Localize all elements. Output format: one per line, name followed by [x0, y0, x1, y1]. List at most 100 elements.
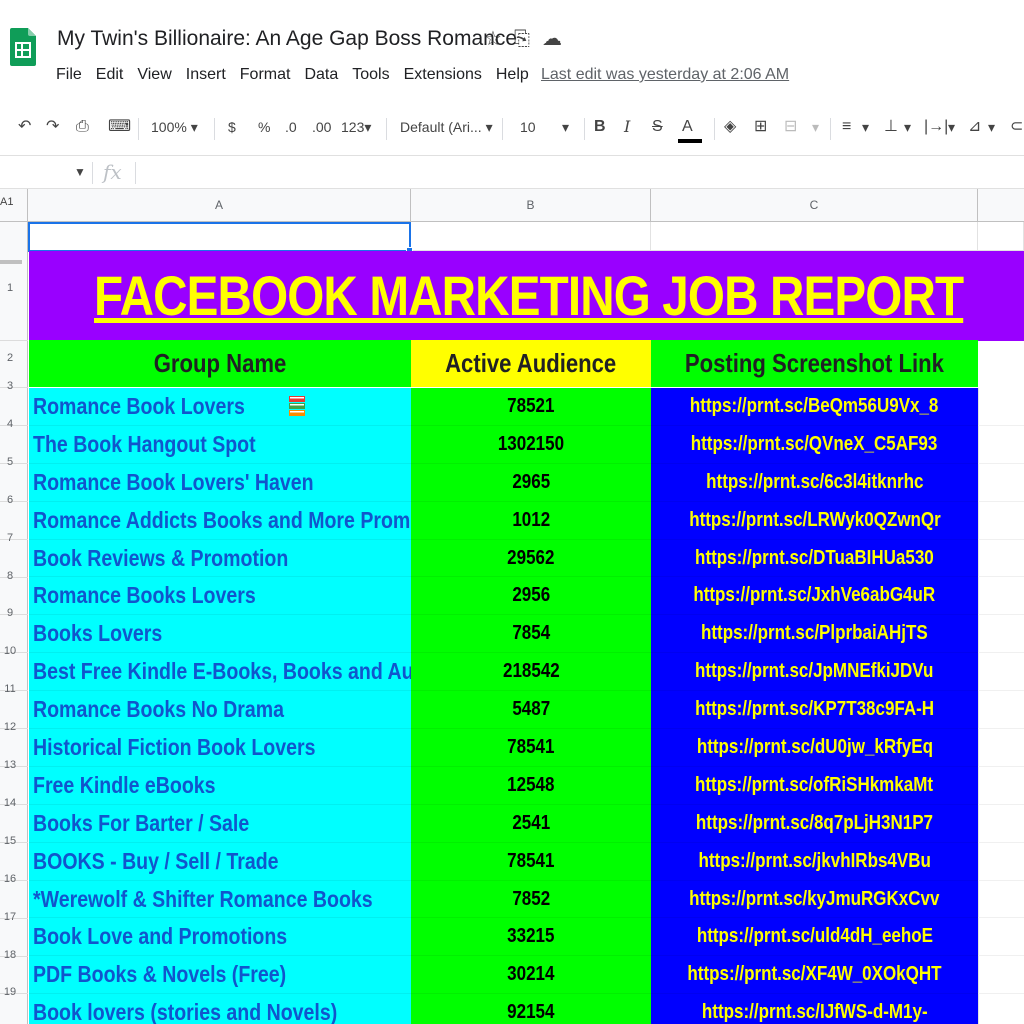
menu-help[interactable]: Help [496, 66, 529, 84]
screenshot-link-cell[interactable]: https://prnt.sc/QVneX_C5AF93 [651, 425, 978, 464]
screenshot-link[interactable]: https://prnt.sc/uld4dH_eehoE [696, 918, 932, 955]
cell-empty[interactable] [978, 880, 1024, 919]
italic-button[interactable]: I [624, 116, 630, 138]
group-name-cell[interactable]: Historical Fiction Book Lovers [29, 729, 411, 767]
star-icon[interactable]: ☆ [484, 27, 502, 51]
group-name-link[interactable]: Romance Books Lovers [33, 577, 256, 614]
group-name-cell[interactable]: Book lovers (stories and Novels) [29, 994, 411, 1024]
chevron-down-icon[interactable]: ▾ [988, 116, 995, 138]
row-header[interactable]: 18 [0, 949, 28, 961]
move-to-folder-icon[interactable]: ⎘ [514, 27, 530, 51]
cell-empty[interactable] [978, 804, 1024, 843]
group-name-link[interactable]: The Book Hangout Spot [33, 426, 256, 463]
group-name-cell[interactable]: Books Lovers [29, 615, 411, 654]
cell-empty[interactable] [651, 222, 978, 251]
name-box-dropdown-icon[interactable]: ▼ [74, 165, 86, 179]
text-color-button[interactable]: A [682, 116, 693, 138]
group-name-cell[interactable]: PDF Books & Novels (Free) [29, 956, 411, 995]
screenshot-link[interactable]: https://prnt.sc/dU0jw_kRfyEq [696, 729, 932, 766]
cell-empty[interactable] [978, 691, 1024, 730]
column-header-c[interactable]: C [651, 189, 978, 222]
screenshot-link-cell[interactable]: https://prnt.sc/6c3l4itknrhc [651, 463, 978, 502]
menu-extensions[interactable]: Extensions [404, 66, 482, 84]
screenshot-link[interactable]: https://prnt.sc/IJfWS-d-M1y- [702, 994, 928, 1024]
screenshot-link-cell[interactable]: https://prnt.sc/IJfWS-d-M1y- [651, 994, 978, 1024]
screenshot-link-cell[interactable]: https://prnt.sc/PlprbaiAHjTS [651, 615, 978, 654]
row-header[interactable]: 10 [0, 645, 28, 657]
cell-empty[interactable] [411, 222, 651, 251]
screenshot-link[interactable]: https://prnt.sc/kyJmuRGKxCvv [689, 881, 939, 918]
active-audience-cell[interactable]: 33215 [411, 918, 651, 957]
header-group-name[interactable]: Group Name [29, 340, 411, 387]
group-name-link[interactable]: Books Lovers [33, 615, 162, 652]
menu-edit[interactable]: Edit [96, 66, 124, 84]
cell-empty[interactable] [978, 615, 1024, 654]
active-audience-cell[interactable]: 218542 [411, 653, 651, 692]
active-audience-cell[interactable]: 7854 [411, 615, 651, 654]
cell-empty[interactable] [978, 956, 1024, 995]
group-name-cell[interactable]: Book Reviews & Promotion [29, 539, 411, 578]
chevron-down-icon[interactable]: ▾ [904, 116, 911, 138]
screenshot-link-cell[interactable]: https://prnt.sc/BeQm56U9Vx_8 [651, 388, 978, 426]
active-audience-cell[interactable]: 2965 [411, 463, 651, 502]
group-name-link[interactable]: Best Free Kindle E-Books, Books and Au [33, 653, 411, 690]
horizontal-align-icon[interactable]: ≡ [842, 116, 851, 138]
row-header[interactable]: 15 [0, 835, 28, 847]
active-audience-cell[interactable]: 92154 [411, 994, 651, 1024]
row-header[interactable]: 19 [0, 986, 28, 998]
column-header-d[interactable] [978, 189, 1024, 222]
increase-decimal-button[interactable]: .00 [312, 116, 331, 138]
chevron-down-icon[interactable]: ▾ [948, 116, 955, 138]
group-name-cell[interactable]: Romance Book Lovers [29, 388, 411, 426]
cell-empty[interactable] [978, 463, 1024, 502]
group-name-cell[interactable]: Romance Addicts Books and More Prom [29, 501, 411, 540]
row-header[interactable]: 4 [0, 418, 28, 430]
group-name-link[interactable]: Romance Book Lovers [33, 388, 245, 425]
screenshot-link-cell[interactable]: https://prnt.sc/jkvhIRbs4VBu [651, 842, 978, 881]
cell-empty[interactable] [978, 539, 1024, 578]
vertical-align-icon[interactable]: ⊥ [884, 116, 898, 138]
active-audience-cell[interactable]: 30214 [411, 956, 651, 995]
cell-empty[interactable] [978, 388, 1024, 426]
row-header[interactable]: 7 [0, 532, 28, 544]
screenshot-link-cell[interactable]: https://prnt.sc/LRWyk0QZwnQr [651, 501, 978, 540]
screenshot-link[interactable]: https://prnt.sc/6c3l4itknrhc [706, 464, 923, 501]
group-name-cell[interactable]: Best Free Kindle E-Books, Books and Au [29, 653, 411, 692]
row-header[interactable]: 16 [0, 873, 28, 885]
screenshot-link[interactable]: https://prnt.sc/8q7pLjH3N1P7 [696, 805, 933, 842]
borders-icon[interactable]: ⊞ [754, 116, 767, 138]
screenshot-link[interactable]: https://prnt.sc/KP7T38c9FA-H [695, 691, 934, 728]
screenshot-link-cell[interactable]: https://prnt.sc/uld4dH_eehoE [651, 918, 978, 957]
chevron-down-icon[interactable]: ▾ [562, 116, 569, 138]
row-header[interactable]: 13 [0, 759, 28, 771]
name-box[interactable]: A1 [0, 196, 13, 208]
screenshot-link[interactable]: https://prnt.sc/JxhVe6abG4uR [694, 577, 936, 614]
strikethrough-button[interactable]: S [652, 116, 663, 138]
group-name-link[interactable]: Books For Barter / Sale [33, 805, 249, 842]
group-name-link[interactable]: PDF Books & Novels (Free) [33, 956, 286, 993]
cell-empty[interactable] [978, 425, 1024, 464]
header-posting-link[interactable]: Posting Screenshot Link [651, 340, 978, 387]
cell-empty[interactable] [978, 577, 1024, 616]
menu-insert[interactable]: Insert [186, 66, 226, 84]
row-header[interactable]: 12 [0, 721, 28, 733]
row-header[interactable]: 11 [0, 683, 28, 695]
row-header[interactable]: 9 [0, 607, 28, 619]
column-header-b[interactable]: B [411, 189, 651, 222]
group-name-cell[interactable]: The Book Hangout Spot [29, 425, 411, 464]
screenshot-link-cell[interactable]: https://prnt.sc/ofRiSHkmkaMt [651, 766, 978, 805]
group-name-cell[interactable]: BOOKS - Buy / Sell / Trade [29, 842, 411, 881]
row-header[interactable]: 6 [0, 494, 28, 506]
active-audience-cell[interactable]: 5487 [411, 691, 651, 730]
screenshot-link[interactable]: https://prnt.sc/PlprbaiAHjTS [701, 615, 928, 652]
active-audience-cell[interactable]: 1012 [411, 501, 651, 540]
group-name-link[interactable]: Book Reviews & Promotion [33, 540, 288, 577]
percent-format-button[interactable]: % [258, 116, 270, 138]
screenshot-link-cell[interactable]: https://prnt.sc/KP7T38c9FA-H [651, 691, 978, 730]
group-name-link[interactable]: *Werewolf & Shifter Romance Books [33, 881, 373, 918]
group-name-link[interactable]: Historical Fiction Book Lovers [33, 729, 315, 766]
active-audience-cell[interactable]: 29562 [411, 539, 651, 578]
active-audience-cell[interactable]: 7852 [411, 880, 651, 919]
chevron-down-icon[interactable]: ▾ [812, 116, 819, 138]
group-name-cell[interactable]: Free Kindle eBooks [29, 766, 411, 805]
